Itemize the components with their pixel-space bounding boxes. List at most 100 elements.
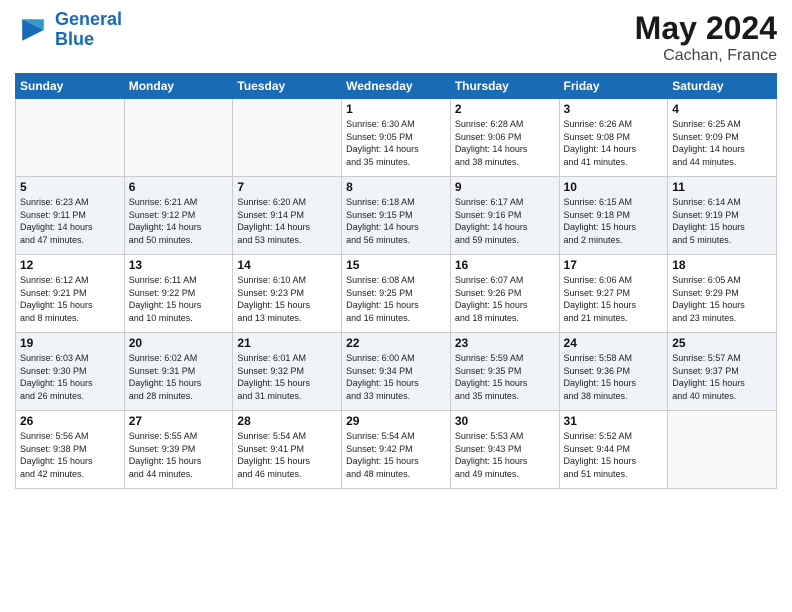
calendar-week-4: 19 Sunrise: 6:03 AM Sunset: 9:30 PM Dayli…: [16, 333, 777, 411]
calendar-cell: 7 Sunrise: 6:20 AM Sunset: 9:14 PM Daylig…: [233, 177, 342, 255]
weekday-header-row: SundayMondayTuesdayWednesdayThursdayFrid…: [16, 74, 777, 99]
calendar-cell: 13 Sunrise: 6:11 AM Sunset: 9:22 PM Dayli…: [124, 255, 233, 333]
day-info: Sunrise: 6:18 AM Sunset: 9:15 PM Dayligh…: [346, 196, 446, 246]
day-number: 22: [346, 336, 446, 350]
calendar-cell: 4 Sunrise: 6:25 AM Sunset: 9:09 PM Daylig…: [668, 99, 777, 177]
day-info: Sunrise: 6:00 AM Sunset: 9:34 PM Dayligh…: [346, 352, 446, 402]
day-number: 24: [564, 336, 664, 350]
calendar-week-2: 5Sunrise: 6:23 AM Sunset: 9:11 PM Daylig…: [16, 177, 777, 255]
header: General Blue May 2024 Cachan, France: [15, 10, 777, 65]
day-number: 11: [672, 180, 772, 194]
calendar: SundayMondayTuesdayWednesdayThursdayFrid…: [15, 73, 777, 489]
day-number: 13: [129, 258, 229, 272]
day-info: Sunrise: 6:20 AM Sunset: 9:14 PM Dayligh…: [237, 196, 337, 246]
day-info: Sunrise: 6:06 AM Sunset: 9:27 PM Dayligh…: [564, 274, 664, 324]
day-info: Sunrise: 6:11 AM Sunset: 9:22 PM Dayligh…: [129, 274, 229, 324]
day-number: 27: [129, 414, 229, 428]
day-number: 28: [237, 414, 337, 428]
day-info: Sunrise: 6:28 AM Sunset: 9:06 PM Dayligh…: [455, 118, 555, 168]
day-info: Sunrise: 6:15 AM Sunset: 9:18 PM Dayligh…: [564, 196, 664, 246]
calendar-cell: [124, 99, 233, 177]
day-number: 20: [129, 336, 229, 350]
calendar-cell: 3Sunrise: 6:26 AM Sunset: 9:08 PM Daylig…: [559, 99, 668, 177]
calendar-cell: 30Sunrise: 5:53 AM Sunset: 9:43 PM Dayli…: [450, 411, 559, 489]
day-info: Sunrise: 6:08 AM Sunset: 9:25 PM Dayligh…: [346, 274, 446, 324]
calendar-cell: 29 Sunrise: 5:54 AM Sunset: 9:42 PM Dayli…: [342, 411, 451, 489]
month-title: May 2024: [635, 10, 777, 47]
day-number: 1: [346, 102, 446, 116]
calendar-cell: 24Sunrise: 5:58 AM Sunset: 9:36 PM Dayli…: [559, 333, 668, 411]
day-number: 5: [20, 180, 120, 194]
calendar-week-1: 1 Sunrise: 6:30 AM Sunset: 9:05 PM Daylig…: [16, 99, 777, 177]
day-number: 14: [237, 258, 337, 272]
day-number: 6: [129, 180, 229, 194]
day-number: 31: [564, 414, 664, 428]
calendar-cell: 18 Sunrise: 6:05 AM Sunset: 9:29 PM Dayli…: [668, 255, 777, 333]
calendar-cell: 2 Sunrise: 6:28 AM Sunset: 9:06 PM Daylig…: [450, 99, 559, 177]
weekday-saturday: Saturday: [668, 74, 777, 99]
calendar-cell: 14 Sunrise: 6:10 AM Sunset: 9:23 PM Dayli…: [233, 255, 342, 333]
calendar-cell: 12 Sunrise: 6:12 AM Sunset: 9:21 PM Dayli…: [16, 255, 125, 333]
calendar-cell: 21 Sunrise: 6:01 AM Sunset: 9:32 PM Dayli…: [233, 333, 342, 411]
calendar-cell: [668, 411, 777, 489]
day-info: Sunrise: 5:55 AM Sunset: 9:39 PM Dayligh…: [129, 430, 229, 480]
day-info: Sunrise: 5:57 AM Sunset: 9:37 PM Dayligh…: [672, 352, 772, 402]
day-number: 4: [672, 102, 772, 116]
day-number: 3: [564, 102, 664, 116]
generalblue-logo-icon: [15, 12, 51, 48]
day-number: 2: [455, 102, 555, 116]
day-number: 15: [346, 258, 446, 272]
weekday-wednesday: Wednesday: [342, 74, 451, 99]
calendar-cell: 22 Sunrise: 6:00 AM Sunset: 9:34 PM Dayli…: [342, 333, 451, 411]
day-number: 17: [564, 258, 664, 272]
day-info: Sunrise: 6:01 AM Sunset: 9:32 PM Dayligh…: [237, 352, 337, 402]
day-info: Sunrise: 6:21 AM Sunset: 9:12 PM Dayligh…: [129, 196, 229, 246]
calendar-cell: 19 Sunrise: 6:03 AM Sunset: 9:30 PM Dayli…: [16, 333, 125, 411]
day-info: Sunrise: 6:12 AM Sunset: 9:21 PM Dayligh…: [20, 274, 120, 324]
calendar-cell: 20 Sunrise: 6:02 AM Sunset: 9:31 PM Dayli…: [124, 333, 233, 411]
day-info: Sunrise: 6:14 AM Sunset: 9:19 PM Dayligh…: [672, 196, 772, 246]
calendar-cell: 9Sunrise: 6:17 AM Sunset: 9:16 PM Daylig…: [450, 177, 559, 255]
logo: General Blue: [15, 10, 122, 50]
day-info: Sunrise: 5:59 AM Sunset: 9:35 PM Dayligh…: [455, 352, 555, 402]
day-number: 21: [237, 336, 337, 350]
calendar-cell: 23 Sunrise: 5:59 AM Sunset: 9:35 PM Dayli…: [450, 333, 559, 411]
calendar-cell: 8 Sunrise: 6:18 AM Sunset: 9:15 PM Daylig…: [342, 177, 451, 255]
day-number: 25: [672, 336, 772, 350]
day-number: 29: [346, 414, 446, 428]
day-info: Sunrise: 6:03 AM Sunset: 9:30 PM Dayligh…: [20, 352, 120, 402]
weekday-friday: Friday: [559, 74, 668, 99]
weekday-tuesday: Tuesday: [233, 74, 342, 99]
day-info: Sunrise: 5:54 AM Sunset: 9:41 PM Dayligh…: [237, 430, 337, 480]
day-number: 8: [346, 180, 446, 194]
day-number: 7: [237, 180, 337, 194]
day-info: Sunrise: 6:10 AM Sunset: 9:23 PM Dayligh…: [237, 274, 337, 324]
day-number: 19: [20, 336, 120, 350]
logo-text: General Blue: [55, 10, 122, 50]
calendar-cell: 27 Sunrise: 5:55 AM Sunset: 9:39 PM Dayli…: [124, 411, 233, 489]
day-number: 12: [20, 258, 120, 272]
day-number: 18: [672, 258, 772, 272]
day-number: 9: [455, 180, 555, 194]
calendar-cell: 25 Sunrise: 5:57 AM Sunset: 9:37 PM Dayli…: [668, 333, 777, 411]
calendar-cell: 26Sunrise: 5:56 AM Sunset: 9:38 PM Dayli…: [16, 411, 125, 489]
day-info: Sunrise: 6:02 AM Sunset: 9:31 PM Dayligh…: [129, 352, 229, 402]
calendar-cell: 5Sunrise: 6:23 AM Sunset: 9:11 PM Daylig…: [16, 177, 125, 255]
calendar-cell: [16, 99, 125, 177]
day-info: Sunrise: 6:25 AM Sunset: 9:09 PM Dayligh…: [672, 118, 772, 168]
day-number: 23: [455, 336, 555, 350]
calendar-cell: 6 Sunrise: 6:21 AM Sunset: 9:12 PM Daylig…: [124, 177, 233, 255]
calendar-cell: 10Sunrise: 6:15 AM Sunset: 9:18 PM Dayli…: [559, 177, 668, 255]
location-title: Cachan, France: [635, 47, 777, 65]
weekday-thursday: Thursday: [450, 74, 559, 99]
weekday-monday: Monday: [124, 74, 233, 99]
calendar-cell: 1 Sunrise: 6:30 AM Sunset: 9:05 PM Daylig…: [342, 99, 451, 177]
day-info: Sunrise: 5:54 AM Sunset: 9:42 PM Dayligh…: [346, 430, 446, 480]
calendar-cell: [233, 99, 342, 177]
day-info: Sunrise: 6:07 AM Sunset: 9:26 PM Dayligh…: [455, 274, 555, 324]
calendar-week-3: 12 Sunrise: 6:12 AM Sunset: 9:21 PM Dayli…: [16, 255, 777, 333]
day-info: Sunrise: 5:56 AM Sunset: 9:38 PM Dayligh…: [20, 430, 120, 480]
day-info: Sunrise: 6:05 AM Sunset: 9:29 PM Dayligh…: [672, 274, 772, 324]
calendar-cell: 11 Sunrise: 6:14 AM Sunset: 9:19 PM Dayli…: [668, 177, 777, 255]
day-info: Sunrise: 6:30 AM Sunset: 9:05 PM Dayligh…: [346, 118, 446, 168]
